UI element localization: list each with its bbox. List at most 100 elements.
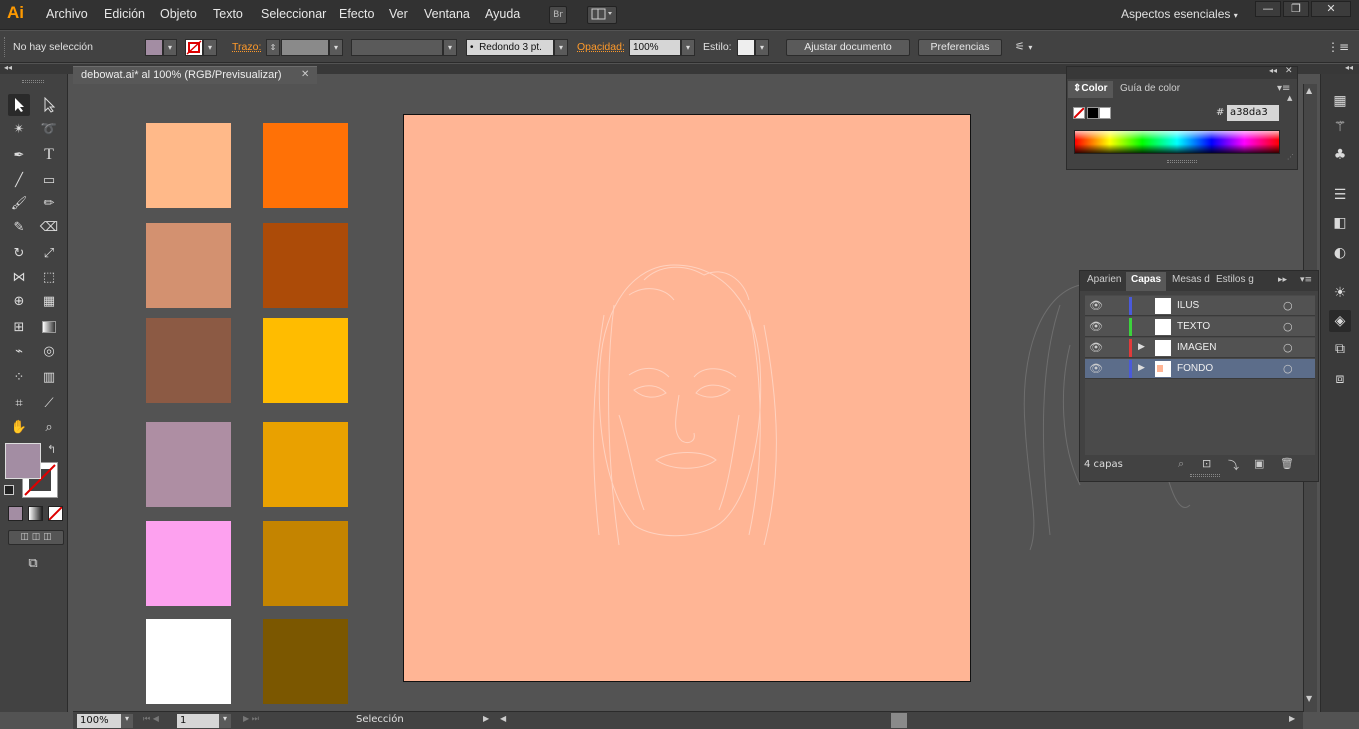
graphic-styles-panel-icon[interactable]: ⧈	[1329, 368, 1351, 390]
black-color-icon[interactable]	[1087, 107, 1099, 119]
swatch-left-3[interactable]	[146, 318, 231, 403]
selection-tool-icon[interactable]	[8, 94, 30, 116]
stroke-dropdown[interactable]: ▾	[203, 39, 217, 56]
color-panel-header[interactable]: ◂◂ ✕	[1067, 66, 1297, 79]
type-tool-icon[interactable]: T	[38, 144, 60, 166]
fill-swatch[interactable]	[145, 39, 163, 56]
profile-dropdown[interactable]: ▾	[443, 39, 457, 56]
screen-mode-icon[interactable]: ⧉	[22, 552, 44, 574]
layers-panel-icon[interactable]: ◈	[1329, 310, 1351, 332]
lasso-tool-icon[interactable]: ➰	[38, 118, 60, 140]
artboard-tool-icon[interactable]: ⌗	[8, 392, 30, 414]
none-color-icon[interactable]	[1073, 107, 1085, 119]
new-layer-icon[interactable]: ▣	[1254, 457, 1264, 470]
style-swatch[interactable]	[737, 39, 755, 56]
toolbar-grip[interactable]	[22, 80, 44, 83]
tab-color-guide[interactable]: Guía de color	[1115, 81, 1185, 98]
symbol-sprayer-tool-icon[interactable]: ⁘	[8, 366, 30, 388]
layer-row-texto[interactable]: 👁 TEXTO ○	[1085, 317, 1315, 337]
swatch-right-2[interactable]	[263, 223, 348, 308]
artboard[interactable]	[403, 114, 971, 682]
fill-color-box[interactable]	[5, 443, 41, 479]
visibility-eye-icon[interactable]: 👁	[1089, 320, 1103, 333]
brush-definition[interactable]: • Redondo 3 pt.	[466, 39, 554, 56]
target-circle-icon[interactable]: ○	[1283, 362, 1293, 375]
zoom-input[interactable]: 100%	[77, 714, 121, 728]
close-window-button[interactable]: ✕	[1311, 1, 1351, 17]
color-spectrum[interactable]	[1074, 130, 1280, 154]
expand-triangle-icon[interactable]: ▶	[1138, 342, 1145, 352]
default-colors-icon[interactable]	[4, 485, 14, 495]
stroke-weight-stepper[interactable]: ⇕	[266, 39, 280, 56]
menu-archivo[interactable]: Archivo	[46, 7, 88, 21]
swatch-right-6[interactable]	[263, 619, 348, 704]
hex-input[interactable]: a38da3	[1227, 105, 1279, 121]
menu-texto[interactable]: Texto	[213, 7, 243, 21]
new-sublayer-icon[interactable]: ⤵	[1228, 457, 1239, 473]
status-menu-arrow-icon[interactable]: ▶	[483, 714, 489, 723]
minimize-button[interactable]: —	[1255, 1, 1281, 17]
tab-appearance[interactable]: Aparien	[1082, 272, 1126, 289]
paintbrush-tool-icon[interactable]: 🖌	[8, 192, 30, 214]
brush-dropdown[interactable]: ▾	[554, 39, 568, 56]
rotate-tool-icon[interactable]: ↻	[8, 242, 30, 264]
swatch-left-5[interactable]	[146, 521, 231, 606]
scroll-right-icon[interactable]: ▶	[1289, 714, 1295, 723]
shape-builder-tool-icon[interactable]: ⊕	[8, 290, 30, 312]
panel-resize-grip[interactable]	[1167, 160, 1197, 163]
panel-menu-icon[interactable]: ▾≡	[1277, 83, 1290, 94]
panel-resize-grip[interactable]	[1190, 474, 1220, 477]
layer-row-fondo[interactable]: 👁 ▶ FONDO ○	[1085, 359, 1315, 379]
menu-ayuda[interactable]: Ayuda	[485, 7, 520, 21]
last-artboard-icon[interactable]: ▶ ⏭	[243, 714, 259, 724]
menu-ver[interactable]: Ver	[389, 7, 408, 21]
expand-triangle-icon[interactable]: ▶	[1138, 363, 1145, 373]
gradient-mode-button[interactable]	[28, 506, 43, 521]
swatch-left-1[interactable]	[146, 123, 231, 208]
tab-color[interactable]: ⇕Color	[1068, 81, 1113, 98]
appearance-panel-icon[interactable]: ☀	[1329, 282, 1351, 304]
menu-edicion[interactable]: Edición	[104, 7, 145, 21]
column-graph-tool-icon[interactable]: ▥	[38, 366, 60, 388]
scale-tool-icon[interactable]: ⤢	[38, 242, 60, 264]
rectangle-tool-icon[interactable]: ▭	[38, 169, 60, 191]
pencil-tool-icon[interactable]: ✏	[38, 192, 60, 214]
line-tool-icon[interactable]: ╱	[8, 169, 30, 191]
more-tabs-icon[interactable]: ▸▸	[1278, 275, 1287, 285]
bridge-button[interactable]: Br	[549, 6, 567, 24]
first-artboard-icon[interactable]: ⏮ ◀	[143, 714, 159, 724]
magic-wand-tool-icon[interactable]: ✴	[8, 118, 30, 140]
perspective-grid-tool-icon[interactable]: ▦	[38, 290, 60, 312]
brushes-panel-icon[interactable]: ⚚	[1329, 116, 1351, 138]
close-tab-icon[interactable]: ✕	[301, 69, 309, 80]
scroll-down-icon[interactable]: ▼	[1306, 694, 1312, 703]
document-tab[interactable]: debowat.ai* al 100% (RGB/Previsualizar) …	[73, 66, 317, 84]
color-mode-button[interactable]	[8, 506, 23, 521]
tab-graphic-styles[interactable]: Estilos g	[1211, 272, 1259, 289]
collapse-panel-icon[interactable]: ◂◂	[1269, 66, 1277, 75]
blend-tool-icon[interactable]: ◎	[38, 340, 60, 362]
panel-options-icon[interactable]: ▲	[1287, 94, 1292, 102]
stroke-panel-icon[interactable]: ☰	[1329, 184, 1351, 206]
eyedropper-tool-icon[interactable]: ⌁	[8, 340, 30, 362]
stroke-label[interactable]: Trazo:	[232, 41, 261, 53]
tab-artboards[interactable]: Mesas d	[1167, 272, 1215, 289]
white-color-icon[interactable]	[1099, 107, 1111, 119]
swatch-left-2[interactable]	[146, 223, 231, 308]
swatch-right-4[interactable]	[263, 422, 348, 507]
slice-tool-icon[interactable]: ⟋	[38, 392, 60, 414]
layer-row-ilus[interactable]: 👁 ILUS ○	[1085, 296, 1315, 316]
free-transform-tool-icon[interactable]: ⬚	[38, 266, 60, 288]
visibility-eye-icon[interactable]: 👁	[1089, 341, 1103, 354]
none-mode-button[interactable]	[48, 506, 63, 521]
swatch-right-3[interactable]	[263, 318, 348, 403]
swatch-right-5[interactable]	[263, 521, 348, 606]
direct-selection-tool-icon[interactable]	[38, 94, 60, 116]
layer-row-imagen[interactable]: 👁 ▶ IMAGEN ○	[1085, 338, 1315, 358]
transparency-panel-icon[interactable]: ◐	[1329, 242, 1351, 264]
horizontal-scroll-thumb[interactable]	[891, 713, 907, 728]
tab-layers[interactable]: Capas	[1126, 272, 1167, 291]
stroke-swatch[interactable]	[185, 39, 203, 56]
swatch-left-6[interactable]	[146, 619, 231, 704]
swatch-left-4[interactable]	[146, 422, 231, 507]
